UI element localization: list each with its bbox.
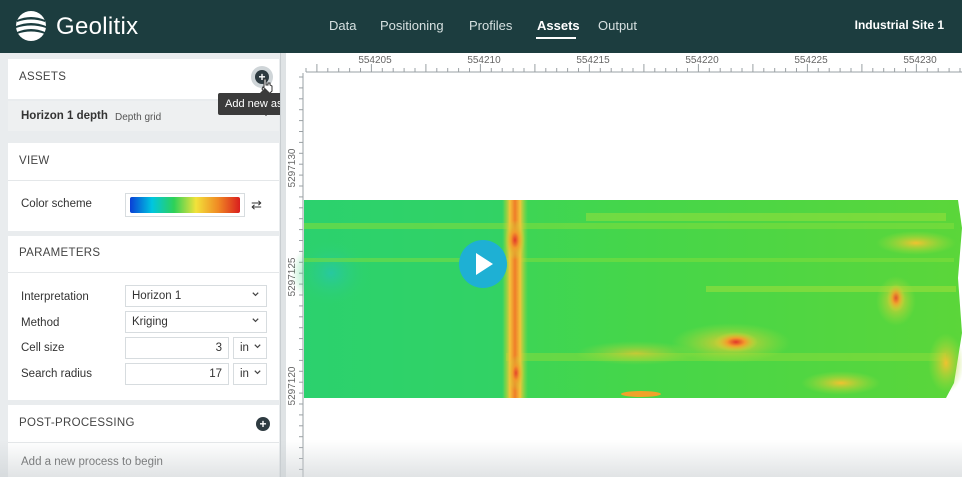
asset-type: Depth grid — [115, 112, 162, 123]
reverse-scheme-icon[interactable]: ⇄ — [251, 197, 262, 213]
top-bar: Geolitix Data Positioning Profiles Asset… — [0, 0, 962, 53]
geolitix-logo-icon[interactable] — [14, 9, 48, 43]
cell-size-unit-select[interactable]: in — [233, 337, 267, 359]
asset-name: Horizon 1 depth — [21, 110, 108, 122]
depth-grid-raster — [291, 200, 962, 398]
parameters-section: PARAMETERS Interpretation Horizon 1 Meth… — [8, 236, 279, 400]
nav-output[interactable]: Output — [598, 18, 637, 33]
color-scheme-label: Color scheme — [21, 198, 92, 210]
post-processing-empty: Add a new process to begin — [21, 456, 163, 468]
chevron-down-icon — [254, 344, 261, 349]
x-tick-label: 554210 — [467, 55, 501, 66]
interpretation-label: Interpretation — [21, 291, 89, 303]
interpretation-select[interactable]: Horizon 1 — [125, 285, 267, 307]
post-processing-section: POST-PROCESSING + Add a new process to b… — [8, 405, 279, 477]
search-radius-input[interactable]: 17 — [125, 363, 229, 385]
x-tick-label: 554220 — [685, 55, 719, 66]
cell-size-unit: in — [240, 342, 249, 354]
site-selector[interactable]: Industrial Site 1 — [855, 18, 944, 32]
parameters-title: PARAMETERS — [19, 247, 101, 259]
color-scheme-picker[interactable] — [125, 193, 245, 217]
x-tick-label: 554205 — [358, 55, 392, 66]
view-section: VIEW Color scheme ⇄ — [8, 143, 279, 231]
x-tick-label: 554230 — [903, 55, 937, 66]
add-process-button[interactable]: + — [256, 417, 270, 431]
method-label: Method — [21, 317, 60, 329]
chevron-down-icon — [252, 318, 259, 323]
chevron-down-icon — [254, 370, 261, 375]
cell-size-input[interactable]: 3 — [125, 337, 229, 359]
cell-size-value: 3 — [215, 342, 222, 354]
cell-size-label: Cell size — [21, 342, 65, 354]
nav-positioning[interactable]: Positioning — [380, 18, 444, 33]
y-tick-label: 5297120 — [287, 366, 298, 405]
search-radius-value: 17 — [209, 368, 222, 380]
post-processing-title: POST-PROCESSING — [19, 417, 135, 429]
parameters-divider — [8, 272, 279, 273]
y-tick-label: 5297130 — [287, 148, 298, 187]
map-viewport[interactable]: 554205 554210 554215 554220 554225 55423… — [286, 53, 962, 477]
method-select[interactable]: Kriging — [125, 311, 267, 333]
interpretation-value: Horizon 1 — [132, 290, 182, 302]
search-radius-unit: in — [240, 368, 249, 380]
search-radius-label: Search radius — [21, 368, 92, 380]
nav-assets[interactable]: Assets — [537, 18, 580, 33]
search-radius-unit-select[interactable]: in — [233, 363, 267, 385]
chevron-down-icon — [252, 292, 259, 297]
assets-title: ASSETS — [19, 71, 67, 83]
post-processing-divider — [8, 442, 279, 443]
play-button[interactable] — [459, 240, 507, 288]
x-tick-label: 554215 — [576, 55, 610, 66]
method-value: Kriging — [132, 316, 168, 328]
view-divider — [8, 180, 279, 181]
map-canvas[interactable]: 554205 554210 554215 554220 554225 55423… — [286, 53, 962, 477]
nav-profiles[interactable]: Profiles — [469, 18, 512, 33]
nav-data[interactable]: Data — [329, 18, 356, 33]
view-title: VIEW — [19, 155, 50, 167]
color-scheme-gradient — [130, 197, 240, 213]
brand-name: Geolitix — [56, 13, 139, 40]
x-tick-label: 554225 — [794, 55, 828, 66]
active-tab-indicator — [536, 37, 576, 39]
